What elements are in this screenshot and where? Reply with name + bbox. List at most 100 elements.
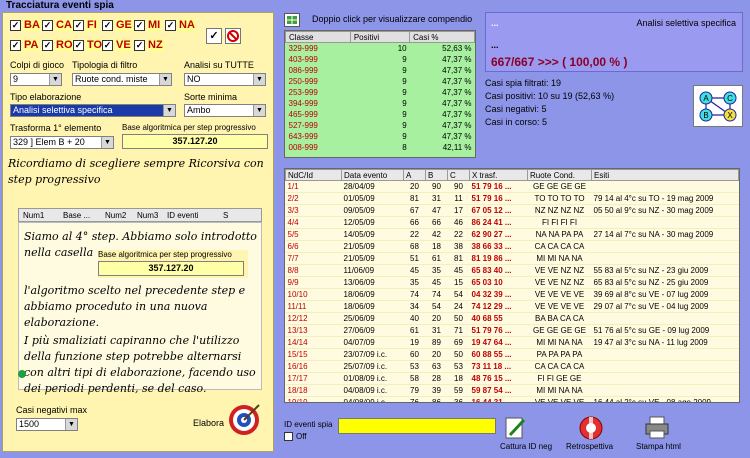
table-row[interactable]: 1/1 28/04/09 20 90 90 51 79 16 ... GE GE GE GE — [285, 180, 739, 193]
esiti-cell — [591, 360, 739, 373]
compendio-button[interactable] — [284, 13, 300, 27]
checkbox-na[interactable]: ✓ — [165, 20, 176, 31]
checkbox-ca[interactable]: ✓ — [42, 20, 53, 31]
classe-row[interactable]: 403-999 9 47,37 % — [286, 54, 475, 65]
sorte-select[interactable]: Ambo ▼ — [184, 104, 266, 117]
base-value-field[interactable]: 357.127.20 — [122, 134, 268, 149]
checkbox-nz[interactable]: ✓ — [134, 40, 145, 51]
col-ndc: NdC/Id — [285, 169, 342, 181]
casi-cell: 47,37 % — [442, 109, 472, 119]
data-cell: 04/08/09 i.c. — [341, 396, 404, 402]
retro-label: Retrospettiva — [566, 442, 614, 451]
a-cell: 34 — [403, 300, 426, 313]
classe-row[interactable]: 086-999 9 47,37 % — [286, 65, 475, 76]
col-b: B — [425, 169, 448, 181]
classe-row[interactable]: 527-999 9 47,37 % — [286, 120, 475, 131]
table-row[interactable]: 4/4 12/05/09 66 66 46 86 24 41 ... FI FI FI FI — [285, 216, 739, 229]
classe-row[interactable]: 643-999 9 47,37 % — [286, 131, 475, 142]
table-row[interactable]: 18/18 04/08/09 i.c. 79 39 59 59 87 54 ... MI M… — [285, 384, 739, 397]
info-dots-2: ... — [491, 40, 499, 50]
table-row[interactable]: 7/7 21/05/09 51 61 81 81 19 86 ... MI MI NA NA — [285, 252, 739, 265]
table-row[interactable]: 6/6 21/05/09 68 18 38 38 66 33 ... CA CA CA CA — [285, 240, 739, 253]
tipologia-label: Tipologia di filtro — [72, 60, 138, 70]
table-row[interactable]: 8/8 11/06/09 45 35 45 65 83 40 ... VE VE NZ NZ… — [285, 264, 739, 277]
chevron-down-icon: ▼ — [253, 74, 265, 85]
ruote-cell: NA NA PA PA — [527, 228, 592, 241]
status-dot-icon — [18, 370, 26, 378]
classe-row[interactable]: 329-999 10 52,63 % — [286, 43, 475, 54]
b-cell: 18 — [425, 240, 448, 253]
ndc-cell: 18/18 — [285, 384, 342, 397]
classe-row[interactable]: 250-999 9 47,37 % — [286, 76, 475, 87]
table-row[interactable]: 16/16 25/07/09 i.c. 53 63 53 73 11 18 ... CA C… — [285, 360, 739, 373]
c-cell: 18 — [447, 372, 470, 385]
ndc-cell: 1/1 — [285, 180, 342, 193]
checkbox-ro[interactable]: ✓ — [42, 40, 53, 51]
checkbox-ba[interactable]: ✓ — [10, 20, 21, 31]
checkbox-to[interactable]: ✓ — [73, 40, 84, 51]
table-row[interactable]: 13/13 27/06/09 61 31 71 51 79 76 ... GE GE GE … — [285, 324, 739, 337]
table-row[interactable]: 10/10 18/06/09 74 74 54 04 32 39 ... VE VE VE … — [285, 288, 739, 301]
data-cell: 04/07/09 — [341, 336, 404, 349]
table-row[interactable]: 15/15 23/07/09 i.c. 60 20 50 60 88 55 ... PA P… — [285, 348, 739, 361]
analisi-select[interactable]: NO ▼ — [184, 73, 266, 86]
tipologia-select[interactable]: Ruote cond. miste ▼ — [72, 73, 172, 86]
cattura-button[interactable]: Cattura ID neg — [500, 412, 560, 454]
esiti-cell: 65 83 al 5°c su NZ - 25 giu 2009 — [591, 276, 739, 289]
clear-all-button[interactable] — [225, 28, 241, 44]
c-cell: 46 — [447, 216, 470, 229]
checkbox-fi[interactable]: ✓ — [73, 20, 84, 31]
casi-neg-select[interactable]: 1500 ▼ — [16, 418, 78, 431]
diagram-box: A C B X — [693, 85, 743, 127]
ruota-label-ve: VE — [115, 39, 132, 51]
xtrasf-cell: 74 12 29 ... — [469, 300, 528, 313]
classe-row[interactable]: 008-999 8 42,11 % — [286, 142, 475, 153]
checkbox-mi[interactable]: ✓ — [134, 20, 145, 31]
id-eventi-input[interactable] — [338, 418, 496, 434]
select-all-check-icon[interactable]: ✓ — [206, 28, 222, 44]
checkbox-pa[interactable]: ✓ — [10, 40, 21, 51]
ndc-cell: 7/7 — [285, 252, 342, 265]
table-row[interactable]: 19/19 04/08/09 i.c. 76 86 36 16 44 31 ... VE V… — [285, 396, 739, 402]
ruote-cell: BA BA CA CA — [527, 312, 592, 325]
ruota-label-ge: GE — [115, 19, 133, 31]
classe-col-positivi: Positivi — [349, 31, 411, 43]
table-row[interactable]: 5/5 14/05/09 22 42 22 62 90 27 ... NA NA PA PA… — [285, 228, 739, 241]
ruota-label-nz: NZ — [147, 39, 164, 51]
table-row[interactable]: 14/14 04/07/09 19 89 69 19 47 64 ... MI MI NA … — [285, 336, 739, 349]
table-row[interactable]: 11/11 18/06/09 34 54 24 74 12 29 ... VE VE VE … — [285, 300, 739, 313]
positivi-cell: 9 — [402, 54, 407, 64]
retro-button[interactable]: Retrospettiva — [566, 412, 626, 454]
elabora-button[interactable] — [226, 402, 262, 436]
stampa-button[interactable]: Stampa html — [630, 412, 690, 454]
id-eventi-label: ID eventi spia — [284, 420, 333, 429]
table-row[interactable]: 12/12 25/06/09 40 20 50 40 68 55 BA BA CA CA — [285, 312, 739, 325]
ruota-label-ro: RO — [55, 39, 74, 51]
checkbox-ve[interactable]: ✓ — [102, 40, 113, 51]
table-row[interactable]: 17/17 01/08/09 i.c. 58 28 18 48 76 15 ... FI F… — [285, 372, 739, 385]
eventi-table[interactable]: NdC/Id Data evento A B C X trasf. Ruote … — [284, 168, 740, 403]
checkbox-ge[interactable]: ✓ — [102, 20, 113, 31]
xtrasf-cell: 19 47 64 ... — [469, 336, 528, 349]
data-cell: 14/05/09 — [341, 228, 404, 241]
minigrid-col-num2: Num2 — [105, 211, 127, 220]
classe-row[interactable]: 253-999 9 47,37 % — [286, 87, 475, 98]
data-cell: 25/06/09 — [341, 312, 404, 325]
colpi-select[interactable]: 9 ▼ — [10, 73, 62, 86]
table-row[interactable]: 2/2 01/05/09 81 31 11 51 79 16 ... TO TO TO TO… — [285, 192, 739, 205]
b-cell: 39 — [425, 384, 448, 397]
a-cell: 76 — [403, 396, 426, 402]
off-checkbox[interactable] — [284, 432, 293, 441]
classe-row[interactable]: 394-999 9 47,37 % — [286, 98, 475, 109]
info-summary: 667/667 >>> ( 100,00 % ) — [491, 55, 628, 69]
casi-positivi: Casi positivi: 10 su 19 (52,63 %) — [485, 91, 615, 101]
classe-cell: 250-999 — [288, 76, 318, 86]
table-row[interactable]: 3/3 09/05/09 67 47 17 67 05 12 ... NZ NZ NZ NZ… — [285, 204, 739, 217]
classe-row[interactable]: 465-999 9 47,37 % — [286, 109, 475, 120]
data-cell: 21/05/09 — [341, 240, 404, 253]
classe-table[interactable]: Classe Positivi Casi % 329-999 10 52,63 % 4… — [284, 30, 476, 158]
tipologia-value: Ruote cond. miste — [75, 74, 148, 84]
trasforma-select[interactable]: 329 ] Elem B + 20 ▼ — [10, 136, 114, 149]
tipo-elab-select[interactable]: Analisi selettiva specifica ▼ — [10, 104, 176, 117]
table-row[interactable]: 9/9 13/06/09 35 45 15 65 03 10 VE VE NZ NZ 65 8… — [285, 276, 739, 289]
